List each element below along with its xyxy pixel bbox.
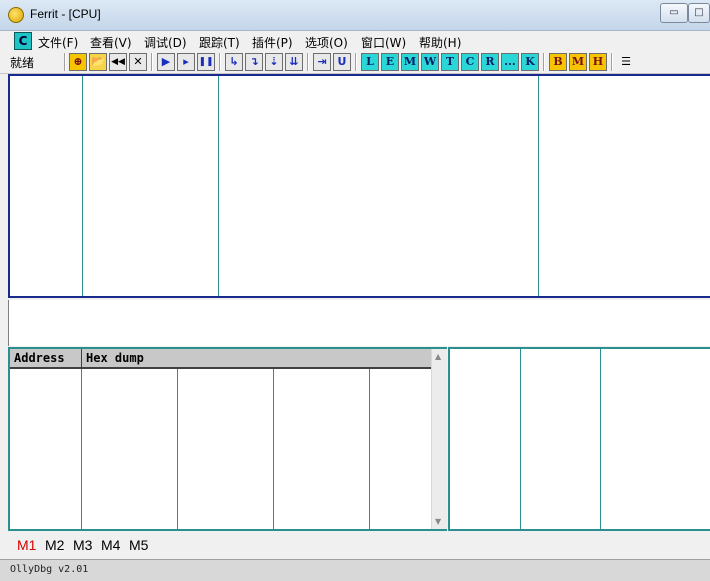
memory-tab-m4[interactable]: M4 bbox=[101, 537, 120, 553]
status-text: OllyDbg v2.01 bbox=[10, 564, 89, 575]
execute-till-user-code-icon[interactable]: U bbox=[333, 53, 351, 71]
run-thread-icon[interactable]: ▸ bbox=[177, 53, 195, 71]
call-stack-window-button[interactable]: K bbox=[521, 53, 539, 71]
column-divider bbox=[177, 369, 178, 529]
column-divider bbox=[273, 369, 274, 529]
memory-breakpoints-button[interactable]: M bbox=[569, 53, 587, 71]
toolbar-separator bbox=[355, 53, 357, 71]
toolbar-separator bbox=[151, 53, 153, 71]
memory-tab-m1[interactable]: M1 bbox=[17, 537, 36, 553]
disassembler-pane[interactable] bbox=[8, 74, 710, 298]
restart-icon[interactable]: ◀◀ bbox=[109, 53, 127, 71]
list-icon[interactable]: ☰ bbox=[617, 53, 635, 71]
menu-bar: C 文件(F) 查看(V) 调试(D) 跟踪(T) 插件(P) 选项(O) 窗口… bbox=[0, 31, 710, 51]
app-bug-icon bbox=[8, 7, 24, 23]
run-trace-window-button[interactable]: ... bbox=[501, 53, 519, 71]
step-into-icon[interactable]: ↳ bbox=[225, 53, 243, 71]
status-bar: OllyDbg v2.01 bbox=[0, 559, 710, 581]
memory-tab-m5[interactable]: M5 bbox=[129, 537, 148, 553]
menu-debug[interactable]: 调试(D) bbox=[144, 34, 187, 51]
maximize-button[interactable]: □ bbox=[688, 3, 710, 23]
menu-help[interactable]: 帮助(H) bbox=[419, 34, 461, 51]
menu-trace[interactable]: 跟踪(T) bbox=[199, 34, 240, 51]
modules-window-button[interactable]: E bbox=[381, 53, 399, 71]
column-divider bbox=[81, 369, 82, 529]
column-divider[interactable] bbox=[538, 76, 539, 296]
pause-icon[interactable]: ❚❚ bbox=[197, 53, 215, 71]
execute-till-return-icon[interactable]: ⇥ bbox=[313, 53, 331, 71]
stack-pane[interactable] bbox=[448, 347, 710, 531]
toolbar-separator bbox=[307, 53, 309, 71]
menu-plugins[interactable]: 插件(P) bbox=[252, 34, 293, 51]
column-header-address[interactable]: Address bbox=[14, 351, 65, 365]
trace-over-icon[interactable]: ⇊ bbox=[285, 53, 303, 71]
scroll-down-arrow-icon[interactable]: ▼ bbox=[435, 517, 441, 526]
column-divider bbox=[369, 369, 370, 529]
column-divider[interactable] bbox=[82, 76, 83, 296]
toolbar-separator bbox=[64, 53, 66, 71]
menu-window[interactable]: 窗口(W) bbox=[361, 34, 406, 51]
hardware-breakpoints-button[interactable]: H bbox=[589, 53, 607, 71]
run-icon[interactable]: ▶ bbox=[157, 53, 175, 71]
memory-tabs: M1 M2 M3 M4 M5 bbox=[0, 533, 710, 557]
cpu-window-button[interactable]: C bbox=[461, 53, 479, 71]
windows-window-button[interactable]: W bbox=[421, 53, 439, 71]
column-header-divider[interactable] bbox=[81, 349, 82, 367]
trace-into-icon[interactable]: ⇣ bbox=[265, 53, 283, 71]
step-over-icon[interactable]: ↴ bbox=[245, 53, 263, 71]
system-menu-icon[interactable]: C bbox=[14, 32, 32, 50]
scroll-up-arrow-icon[interactable]: ▲ bbox=[435, 352, 441, 361]
menu-options[interactable]: 选项(O) bbox=[305, 34, 348, 51]
breakpoints-window-button[interactable]: B bbox=[549, 53, 567, 71]
column-divider[interactable] bbox=[218, 76, 219, 296]
memory-window-button[interactable]: M bbox=[401, 53, 419, 71]
title-bar[interactable]: Ferrit - [CPU] ▭ □ bbox=[0, 0, 710, 31]
memory-tab-m3[interactable]: M3 bbox=[73, 537, 92, 553]
log-window-button[interactable]: L bbox=[361, 53, 379, 71]
close-program-icon[interactable]: ✕ bbox=[129, 53, 147, 71]
toolbar-separator bbox=[219, 53, 221, 71]
column-divider bbox=[520, 349, 521, 529]
info-pane[interactable] bbox=[8, 300, 710, 346]
toolbar-separator bbox=[543, 53, 545, 71]
memory-tab-m2[interactable]: M2 bbox=[45, 537, 64, 553]
threads-window-button[interactable]: T bbox=[441, 53, 459, 71]
toolbar: 就绪 ⊕ 📂 ◀◀ ✕ ▶ ▸ ❚❚ ↳ ↴ ⇣ ⇊ ⇥ U L E M W T… bbox=[0, 51, 710, 74]
menu-view[interactable]: 查看(V) bbox=[90, 34, 132, 51]
column-header-hexdump[interactable]: Hex dump bbox=[86, 351, 144, 365]
dump-header: Address Hex dump bbox=[10, 349, 431, 369]
menu-file[interactable]: 文件(F) bbox=[38, 34, 78, 51]
column-divider bbox=[600, 349, 601, 529]
toolbar-separator bbox=[611, 53, 613, 71]
status-ready-label: 就绪 bbox=[10, 56, 35, 70]
references-window-button[interactable]: R bbox=[481, 53, 499, 71]
attach-target-icon[interactable]: ⊕ bbox=[69, 53, 87, 71]
window-title: Ferrit - [CPU] bbox=[30, 7, 101, 21]
dump-pane[interactable]: Address Hex dump ▲ ▼ bbox=[8, 347, 447, 531]
open-folder-icon[interactable]: 📂 bbox=[89, 53, 107, 71]
minimize-button[interactable]: ▭ bbox=[660, 3, 688, 23]
dump-scrollbar[interactable]: ▲ ▼ bbox=[431, 349, 447, 529]
